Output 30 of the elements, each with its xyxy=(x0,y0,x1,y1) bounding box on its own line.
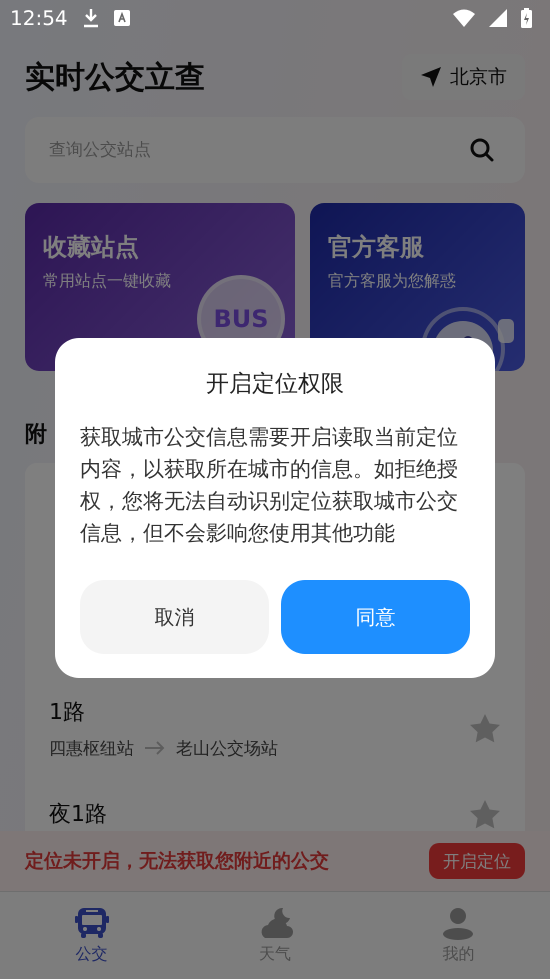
status-time: 12:54 xyxy=(10,6,68,30)
dialog-message: 获取城市公交信息需要开启读取当前定位内容，以获取所在城市的信息。如拒绝授权，您将无法自动识别定位获取城市公交信息，但不会影响您使用其他功能 xyxy=(80,424,459,547)
section-heading: 附 xyxy=(25,421,47,449)
star-icon[interactable] xyxy=(469,713,501,743)
route-name: 夜1路 xyxy=(49,801,107,829)
route-name: 1路 xyxy=(49,698,86,726)
star-icon[interactable] xyxy=(469,799,501,829)
wifi-icon xyxy=(453,9,475,27)
card-subtitle: 常用站点一键收藏 xyxy=(43,271,172,292)
location-arrow-icon xyxy=(420,66,442,88)
tab[interactable]: 公交 xyxy=(0,892,184,979)
stop-name: 四惠枢纽站 xyxy=(49,738,134,760)
bus-icon xyxy=(74,906,110,940)
card-subtitle: 官方客服为您解惑 xyxy=(328,271,457,292)
card-title: 官方客服 xyxy=(328,232,425,263)
warning-message: 定位未开启，无法获取您附近的公交 xyxy=(25,849,329,874)
arrow-icon xyxy=(144,741,166,755)
signal-icon xyxy=(489,9,507,27)
search-icon xyxy=(469,137,495,163)
keyboard-icon xyxy=(114,10,130,26)
cancel-button[interactable]: 取消 xyxy=(80,580,269,654)
download-icon xyxy=(82,8,100,28)
app-title: 实时公交立查 xyxy=(25,58,205,96)
enable-location-button[interactable]: 开启定位 xyxy=(429,843,525,879)
agree-button[interactable]: 同意 xyxy=(281,580,470,654)
tab-label: 公交 xyxy=(76,944,108,965)
card-title: 收藏站点 xyxy=(43,232,140,263)
stop-name: 老山公交场站 xyxy=(176,738,278,760)
dialog-title: 开启定位权限 xyxy=(205,370,345,399)
battery-icon xyxy=(521,8,532,28)
